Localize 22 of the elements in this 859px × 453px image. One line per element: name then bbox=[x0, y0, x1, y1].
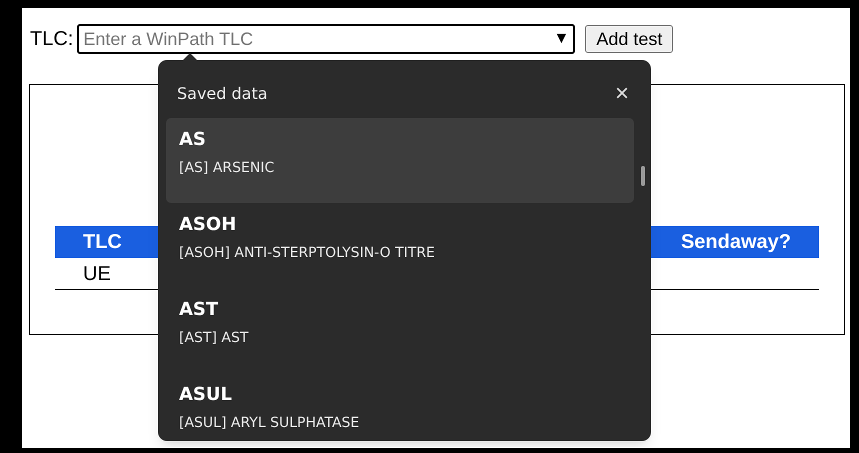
saved-data-item[interactable]: ASOH [ASOH] ANTI-STERPTOLYSIN-O TITRE bbox=[166, 203, 634, 288]
item-description: [ASOH] ANTI-STERPTOLYSIN-O TITRE bbox=[179, 246, 436, 260]
item-description: [AS] ARSENIC bbox=[179, 161, 276, 175]
item-code: AS bbox=[179, 131, 207, 149]
column-header: Sendaway? bbox=[680, 230, 791, 255]
close-button[interactable]: × bbox=[614, 82, 629, 106]
table-cell-text: UE bbox=[83, 262, 111, 286]
field-label: TLC: bbox=[30, 27, 74, 52]
saved-data-item[interactable]: AS [AS] ARSENIC bbox=[166, 118, 634, 203]
saved-data-item[interactable]: ASUL [ASUL] ARYL SULPHATASE bbox=[166, 373, 634, 441]
item-description: [ASUL] ARYL SULPHATASE bbox=[179, 416, 360, 430]
item-code: ASUL bbox=[179, 386, 233, 404]
tlc-combobox[interactable]: Enter a WinPath TLC ▼ bbox=[77, 24, 576, 54]
popup-title: Saved data bbox=[177, 83, 268, 105]
column-header: TLC bbox=[83, 230, 122, 255]
add-test-button[interactable]: Add test bbox=[585, 25, 674, 53]
scrollbar-thumb[interactable] bbox=[641, 166, 645, 186]
item-code: ASOH bbox=[179, 216, 238, 234]
dropdown-caret[interactable]: ▼ bbox=[554, 27, 570, 51]
item-description: [AST] AST bbox=[179, 331, 250, 345]
saved-data-item[interactable]: AST [AST] AST bbox=[166, 288, 634, 373]
item-code: AST bbox=[179, 301, 220, 319]
